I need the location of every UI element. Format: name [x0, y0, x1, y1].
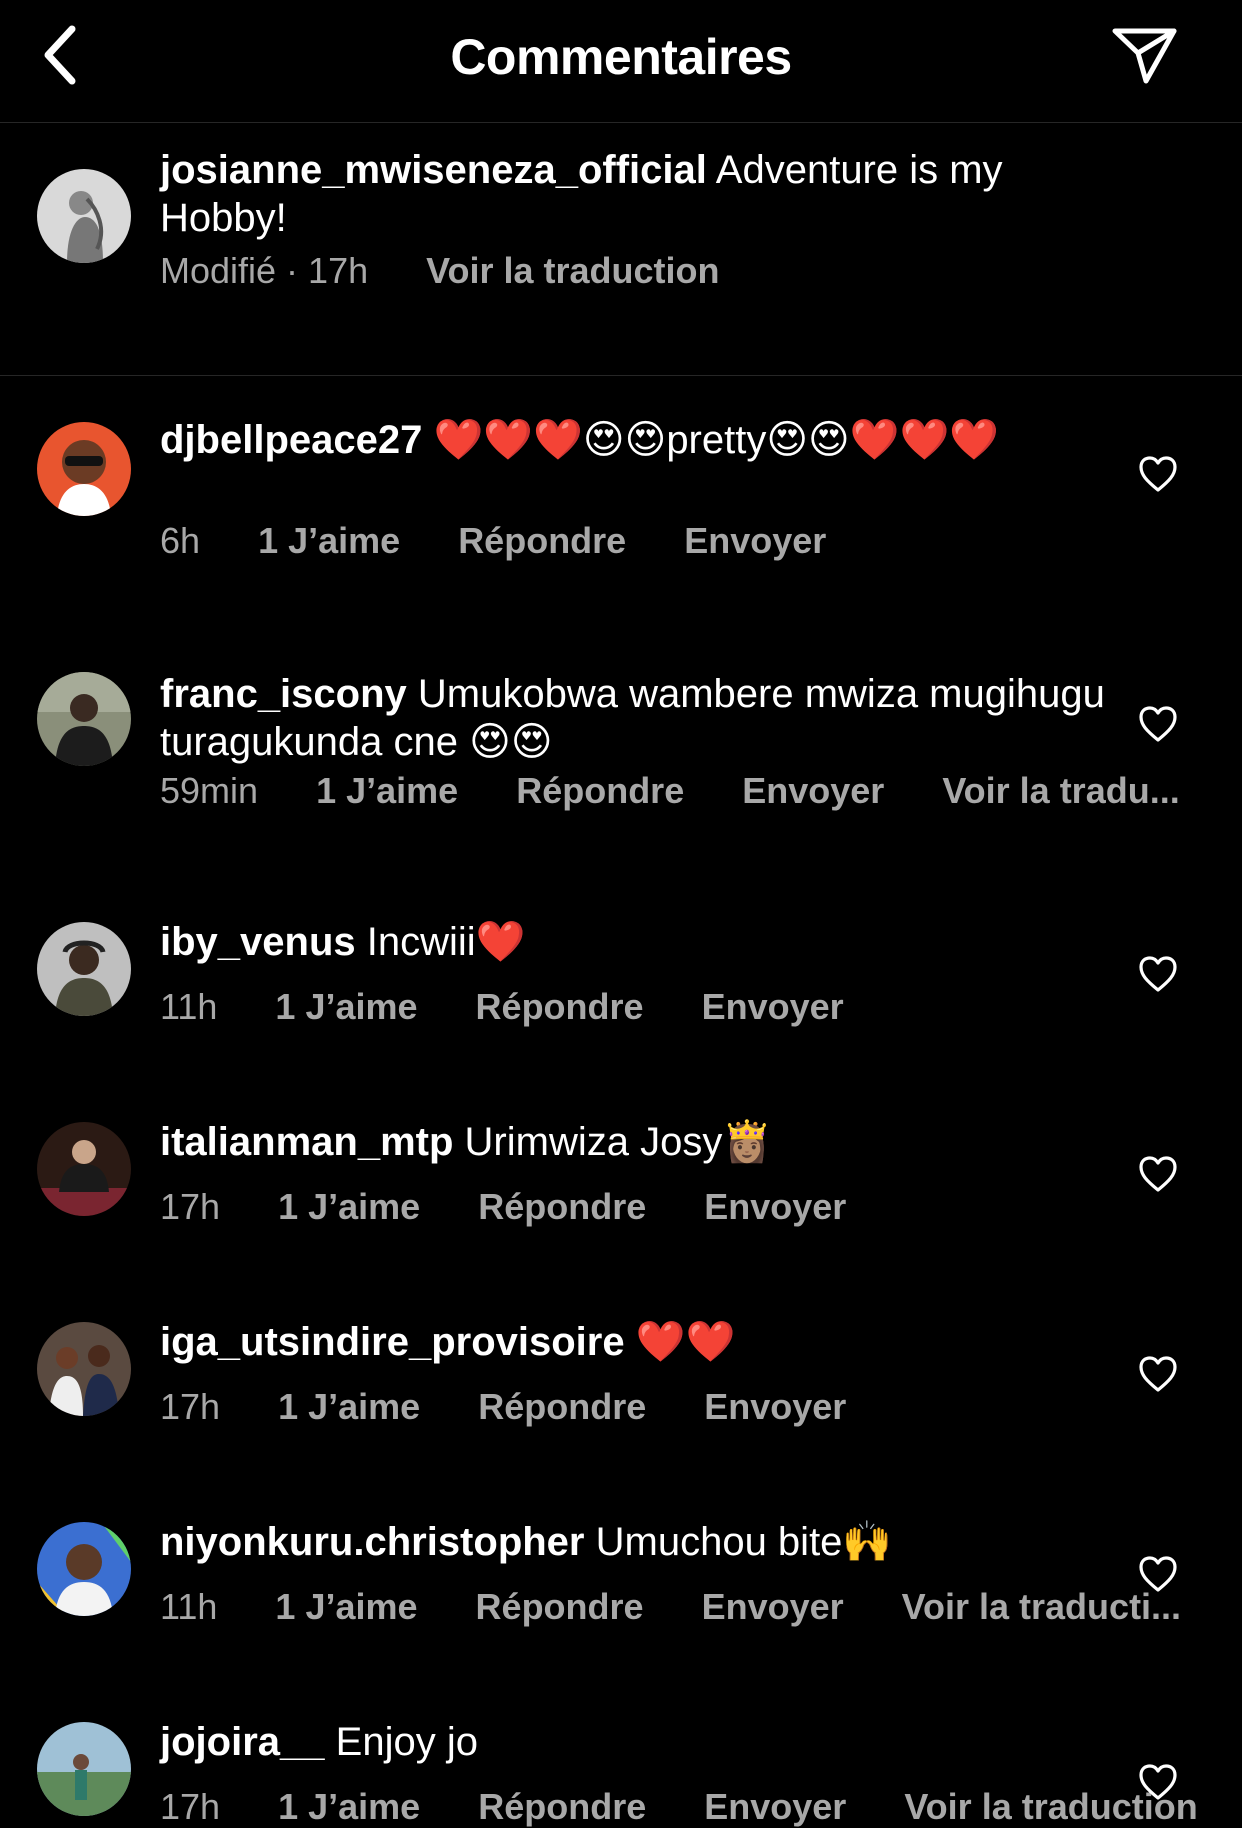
post-caption: josianne_mwiseneza_official Adventure is…: [0, 122, 1242, 376]
comment-text: franc_iscony Umukobwa wambere mwiza mugi…: [160, 670, 1110, 766]
reply-button[interactable]: Répondre: [478, 1186, 646, 1227]
avatar[interactable]: [37, 169, 131, 263]
comment-body: ❤️❤️❤️😍😍pretty😍😍❤️❤️❤️: [433, 418, 1000, 462]
heart-outline-icon[interactable]: [1137, 954, 1179, 994]
heart-outline-icon[interactable]: [1137, 454, 1179, 494]
caption-meta: Modifié · 17h Voir la traduction: [160, 250, 768, 292]
username[interactable]: djbellpeace27: [160, 418, 422, 462]
comment-body: Enjoy jo: [335, 1720, 478, 1764]
send-button[interactable]: Envoyer: [684, 520, 826, 561]
timestamp: 17h: [160, 1786, 221, 1827]
username[interactable]: iby_venus: [160, 920, 356, 964]
comment-body: Urimwiza Josy👸🏽: [464, 1120, 773, 1164]
heart-outline-icon[interactable]: [1137, 1554, 1179, 1594]
heart-outline-icon[interactable]: [1137, 1154, 1179, 1194]
username[interactable]: franc_iscony: [160, 672, 407, 716]
likes-count[interactable]: 1 J’aime: [258, 520, 400, 561]
timestamp: 11h: [160, 1586, 218, 1627]
send-button[interactable]: Envoyer: [704, 1186, 846, 1227]
avatar[interactable]: [37, 422, 131, 516]
likes-count[interactable]: 1 J’aime: [275, 1586, 417, 1627]
username[interactable]: josianne_mwiseneza_official: [160, 148, 707, 192]
comment-body: Incwiii❤️: [366, 920, 526, 964]
translate-link[interactable]: Voir la tradu...: [942, 770, 1179, 811]
paper-plane-icon: [1112, 28, 1177, 84]
likes-count[interactable]: 1 J’aime: [278, 1186, 420, 1227]
avatar[interactable]: [37, 1722, 131, 1816]
edited-timestamp: Modifié · 17h: [160, 250, 369, 291]
username[interactable]: italianman_mtp: [160, 1120, 453, 1164]
timestamp: 17h: [160, 1186, 221, 1227]
reply-button[interactable]: Répondre: [478, 1786, 646, 1827]
comment-body: Umuchou bite🙌: [595, 1520, 893, 1564]
page-title: Commentaires: [450, 29, 792, 85]
comment-meta: 17h 1 J’aime Répondre Envoyer: [160, 1386, 894, 1428]
reply-button[interactable]: Répondre: [516, 770, 684, 811]
comment-text: iga_utsindire_provisoire ❤️❤️: [160, 1318, 1110, 1366]
comment-item: italianman_mtp Urimwiza Josy👸🏽 17h 1 J’a…: [0, 1076, 1242, 1266]
timestamp: 59min: [160, 770, 259, 811]
comment-text: iby_venus Incwiii❤️: [160, 918, 1110, 966]
heart-outline-icon[interactable]: [1137, 1762, 1179, 1802]
reply-button[interactable]: Répondre: [476, 986, 644, 1027]
caption-text: josianne_mwiseneza_official Adventure is…: [160, 146, 1110, 242]
comment-text: niyonkuru.christopher Umuchou bite🙌: [160, 1518, 1110, 1566]
username[interactable]: jojoira__: [160, 1720, 325, 1764]
comment-item: iga_utsindire_provisoire ❤️❤️ 17h 1 J’ai…: [0, 1276, 1242, 1466]
reply-button[interactable]: Répondre: [476, 1586, 644, 1627]
comment-meta: 11h 1 J’aime Répondre Envoyer: [160, 986, 892, 1028]
reply-button[interactable]: Répondre: [478, 1386, 646, 1427]
likes-count[interactable]: 1 J’aime: [275, 986, 417, 1027]
avatar[interactable]: [37, 1522, 131, 1616]
avatar[interactable]: [37, 1322, 131, 1416]
username[interactable]: iga_utsindire_provisoire: [160, 1320, 625, 1364]
send-button[interactable]: Envoyer: [702, 986, 844, 1027]
send-button[interactable]: Envoyer: [704, 1786, 846, 1827]
comment-meta: 59min 1 J’aime Répondre Envoyer Voir la …: [160, 770, 1228, 812]
likes-count[interactable]: 1 J’aime: [278, 1786, 420, 1827]
send-button[interactable]: Envoyer: [702, 1586, 844, 1627]
timestamp: 11h: [160, 986, 218, 1027]
comment-item: iby_venus Incwiii❤️ 11h 1 J’aime Répondr…: [0, 876, 1242, 1066]
comment-text: djbellpeace27 ❤️❤️❤️😍😍pretty😍😍❤️❤️❤️: [160, 416, 1110, 464]
comment-item: franc_iscony Umukobwa wambere mwiza mugi…: [0, 626, 1242, 846]
comment-item: djbellpeace27 ❤️❤️❤️😍😍pretty😍😍❤️❤️❤️ 6h …: [0, 376, 1242, 616]
avatar[interactable]: [37, 922, 131, 1016]
likes-count[interactable]: 1 J’aime: [316, 770, 458, 811]
heart-outline-icon[interactable]: [1137, 704, 1179, 744]
send-button[interactable]: Envoyer: [742, 770, 884, 811]
heart-outline-icon[interactable]: [1137, 1354, 1179, 1394]
timestamp: 17h: [160, 1386, 221, 1427]
comment-meta: 6h 1 J’aime Répondre Envoyer: [160, 520, 874, 562]
top-bar: Commentaires: [0, 0, 1242, 123]
avatar[interactable]: [37, 672, 131, 766]
avatar[interactable]: [37, 1122, 131, 1216]
comment-meta: 17h 1 J’aime Répondre Envoyer: [160, 1186, 894, 1228]
translate-link[interactable]: Voir la traduction: [426, 250, 719, 291]
comment-text: italianman_mtp Urimwiza Josy👸🏽: [160, 1118, 1110, 1166]
comment-meta: 17h 1 J’aime Répondre Envoyer Voir la tr…: [160, 1786, 1242, 1828]
comment-body: ❤️❤️: [635, 1320, 736, 1364]
send-button[interactable]: Envoyer: [704, 1386, 846, 1427]
share-button[interactable]: [1105, 20, 1185, 90]
reply-button[interactable]: Répondre: [458, 520, 626, 561]
comment-item: jojoira__ Enjoy jo 17h 1 J’aime Répondre…: [0, 1676, 1242, 1827]
comment-text: jojoira__ Enjoy jo: [160, 1718, 1110, 1766]
likes-count[interactable]: 1 J’aime: [278, 1386, 420, 1427]
comment-meta: 11h 1 J’aime Répondre Envoyer Voir la tr…: [160, 1586, 1229, 1628]
timestamp: 6h: [160, 520, 201, 561]
username[interactable]: niyonkuru.christopher: [160, 1520, 585, 1564]
comment-item: niyonkuru.christopher Umuchou bite🙌 11h …: [0, 1476, 1242, 1666]
